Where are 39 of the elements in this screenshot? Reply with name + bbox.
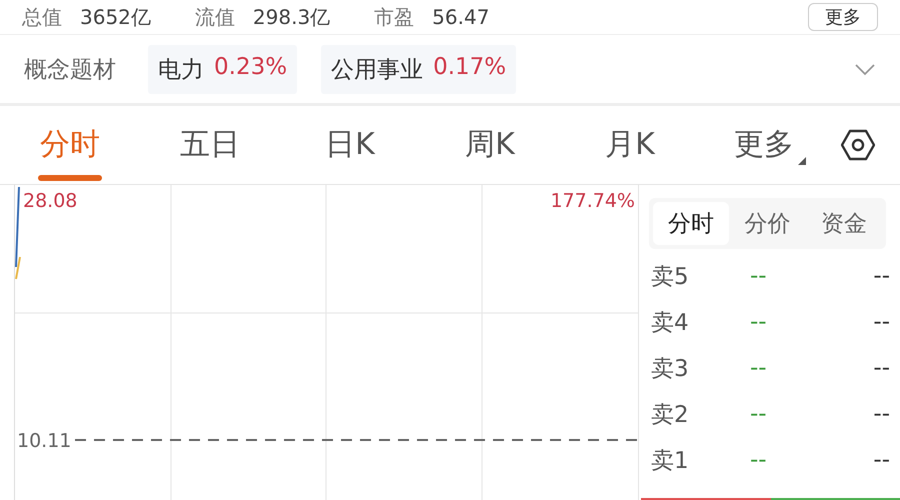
view-tab[interactable]: 分时 <box>653 202 730 245</box>
view-tab[interactable]: 资金 <box>806 202 882 245</box>
ask-volume: -- <box>872 447 890 473</box>
view-tab[interactable]: 分价 <box>729 202 806 245</box>
previous-close-label: 10.11 <box>17 430 72 452</box>
stat-label: 流值 <box>194 4 235 30</box>
stat-value: 298.3亿 <box>252 4 330 30</box>
ask-level-label: 卖3 <box>651 354 690 384</box>
ask-level-label: 卖1 <box>651 446 690 476</box>
concept-tag[interactable]: 电力 0.23% <box>148 44 298 94</box>
chevron-down-icon[interactable] <box>854 62 876 76</box>
ask-level-label: 卖2 <box>651 400 690 430</box>
period-tab[interactable]: 日K <box>321 110 379 180</box>
period-tab[interactable]: 月K <box>601 110 659 180</box>
ask-level-label: 卖5 <box>651 262 690 292</box>
concepts-label: 概念题材 <box>24 56 116 84</box>
ask-price: -- <box>750 263 768 289</box>
stat-value: 56.47 <box>432 5 490 29</box>
settings-icon[interactable] <box>841 128 875 162</box>
ask-volume: -- <box>872 355 890 381</box>
ask-level-label: 卖4 <box>651 308 690 338</box>
stat-label: 总值 <box>22 4 62 30</box>
stat-value: 3652亿 <box>80 4 151 30</box>
ask-price: -- <box>750 401 768 427</box>
ask-volume: -- <box>872 263 890 289</box>
ask-volume: -- <box>872 309 890 335</box>
high-change-label: 177.74% <box>550 190 635 212</box>
ask-price: -- <box>750 309 768 335</box>
ask-price: -- <box>750 355 768 381</box>
more-button[interactable]: 更多 <box>808 3 878 31</box>
period-tab[interactable]: 周K <box>461 110 519 180</box>
high-price-label: 28.08 <box>23 190 78 212</box>
period-tab[interactable]: 五日 <box>176 110 244 180</box>
stat-label: 市盈 <box>374 4 414 30</box>
ask-volume: -- <box>872 401 890 427</box>
ask-price: -- <box>750 447 768 473</box>
more-dropdown[interactable]: 更多 <box>730 110 810 180</box>
caret-icon <box>798 156 806 164</box>
concept-tag[interactable]: 公用事业 0.17% <box>321 44 516 94</box>
